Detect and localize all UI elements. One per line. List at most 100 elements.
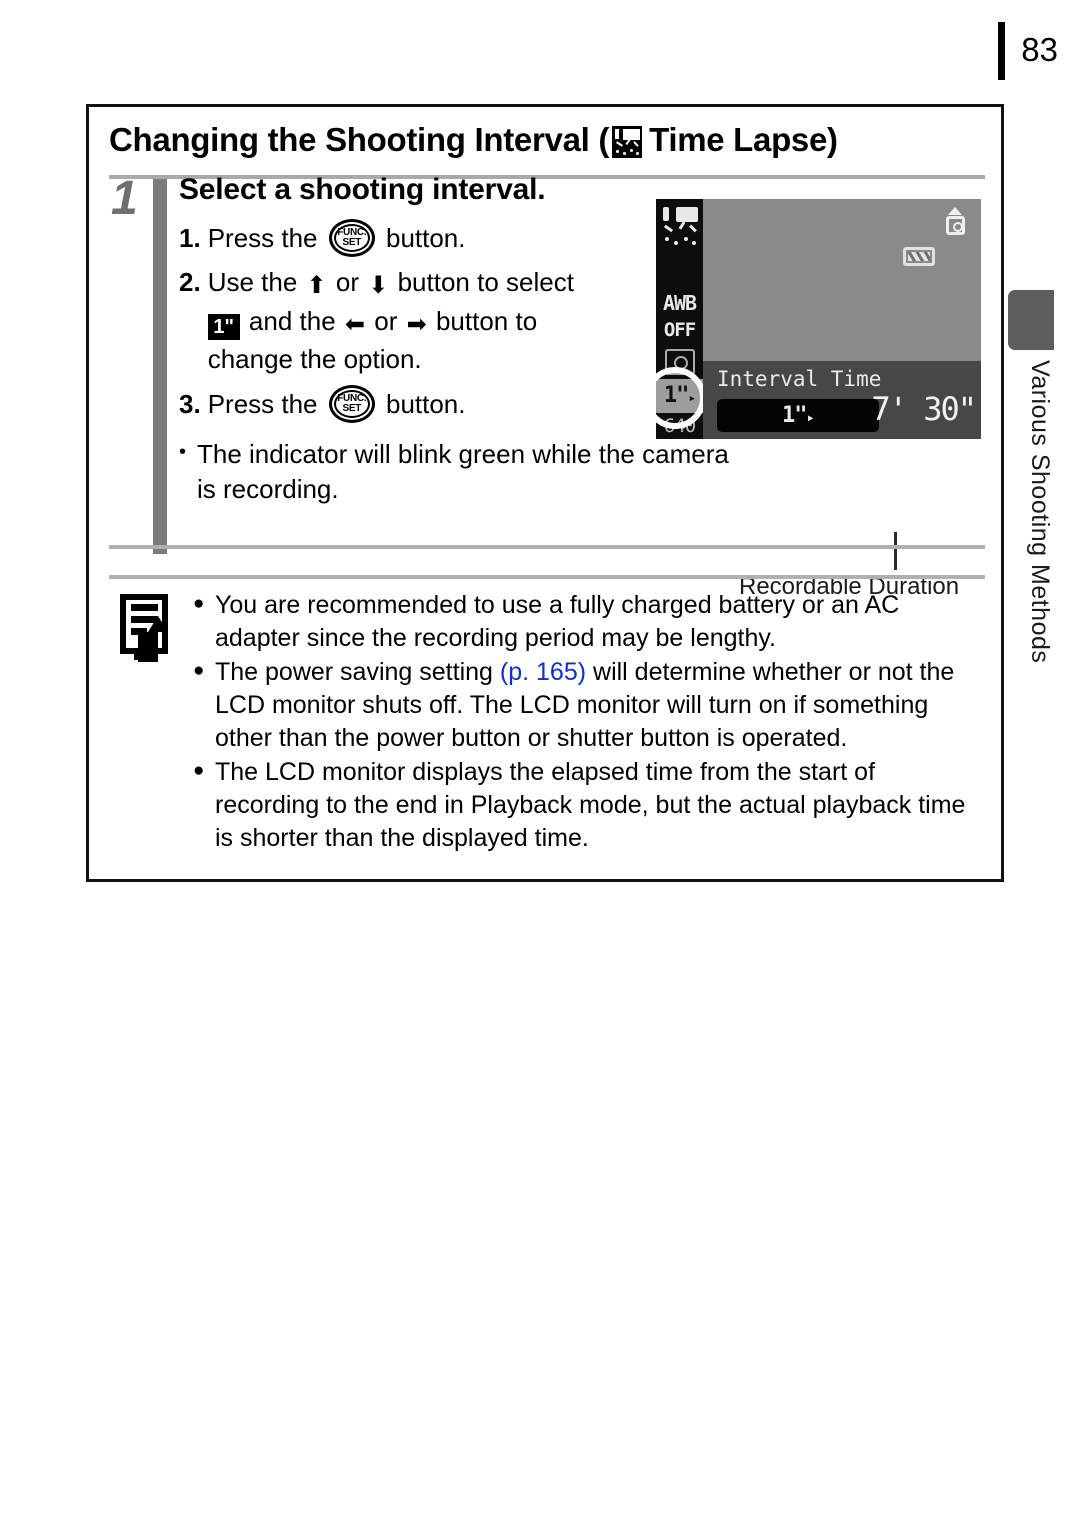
substep-2: 2. Use the ⬆ or ⬇ button to select 1" an… [179,263,739,378]
substep-1-marker: 1. [179,223,201,253]
note-item-text: The power saving setting (p. 165) will d… [215,656,983,755]
func-set-button-icon[interactable]: FUNC. SET [328,384,375,423]
page-header: 83 [998,22,1058,80]
lcd-info-bar: Interval Time 1"▸ 7' 30" [703,361,981,439]
substep-1-text-after: button. [385,223,466,253]
substep-2-part-1: Use the [207,267,298,298]
page-number: 83 [1021,30,1058,68]
note-bullet-dot: ● [193,760,205,781]
battery-icon-fill [908,252,930,261]
substep-2-or-2: or [374,305,398,336]
step-bullet-text: The indicator will blink green while the… [197,439,729,505]
step-bullet: • The indicator will blink green while t… [179,437,739,507]
note-item-text-part-1: The power saving setting [215,658,500,686]
lcd-interval-value: 1" [663,383,689,408]
substep-3: 3. Press the FUNC. SET button. [179,384,739,423]
note-item: ● The power saving setting (p. 165) will… [193,656,983,755]
battery-icon [903,247,935,266]
camera-shake-icon [944,207,967,237]
lcd-info-value-box[interactable]: 1"▸ [717,399,879,432]
lcd-sidebar: AWB OFF 1"▸ 640 [656,199,703,439]
time-lapse-icon [612,126,643,158]
time-lapse-icon-dash [616,141,624,147]
substep-2-part-2: button to select [397,267,574,298]
lcd-time-lapse-glyph [660,205,700,257]
note-item-text: You are recommended to use a fully charg… [215,591,900,652]
camera-shake-icon-body [946,216,965,235]
content-box: Changing the Shooting Interval ( Time La… [86,104,1004,882]
section-title: Changing the Shooting Interval ( Time La… [109,121,838,159]
lcd-recordable-duration: 7' 30" [871,390,977,428]
side-tab-block [1008,290,1054,350]
lcd-resolution-label: 640 [663,415,696,437]
lcd-info-value: 1" [782,403,807,428]
arrow-right-icon: ➡ [406,310,427,338]
substep-2-part-4: button to [435,305,538,336]
step-bullet-dot: • [179,441,187,464]
camera-shake-icon-cap [948,207,962,215]
separator-rule-bottom [109,575,985,579]
note-memo-icon [120,594,180,662]
lcd-interval-selected-item[interactable]: 1"▸ [656,379,703,413]
substep-3-text-after: button. [385,388,466,419]
separator-rule-top [109,545,985,549]
lcd-screen: AWB OFF 1"▸ 640 Interval Time 1"▸ 7' 30" [656,199,981,439]
section-title-text-after: Time Lapse) [649,121,838,158]
substep-2-part-5: change the option. [207,344,422,375]
lcd-time-lapse-dot [683,237,688,241]
note-item: ● The LCD monitor displays the elapsed t… [193,756,983,855]
lcd-screenshot: AWB OFF 1"▸ 640 Interval Time 1"▸ 7' 30" [656,199,981,439]
note-item: ● You are recommended to use a fully cha… [193,589,983,655]
page-reference-link[interactable]: (p. 165) [500,658,586,686]
func-set-line-2: SET [342,237,362,248]
notes-list: ● You are recommended to use a fully cha… [193,589,983,856]
substep-2-marker: 2. [179,267,201,298]
caption-leader-line [894,532,897,570]
time-lapse-icon-frame [623,129,641,140]
step-heading: Select a shooting interval. [179,173,546,206]
interval-second-badge: 1" [207,313,240,340]
arrow-left-icon: ⬅ [344,310,366,338]
step-number: 1 [111,172,138,225]
page-header-rule [998,22,1006,80]
time-lapse-icon-dot [630,149,634,152]
func-set-line-2: SET [342,402,362,414]
lcd-info-caret-icon: ▸ [806,410,816,426]
substep-2-or-1: or [335,267,359,298]
side-thumb-tab: Various Shooting Methods [1008,290,1054,710]
note-bullet-dot: ● [193,593,205,614]
lcd-drive-mode-glyph [664,349,695,375]
lcd-time-lapse-dot [664,237,669,241]
time-lapse-icon-dash [633,141,639,147]
note-bullet-dot: ● [193,660,205,681]
substep-3-marker: 3. [179,388,201,419]
step-vertical-bar [153,179,167,554]
lcd-white-balance-label: AWB [662,291,697,315]
step-body: Select a shooting interval. 1. Press the… [179,173,739,508]
substep-2-part-3: and the [248,305,336,336]
note-memo-icon-pencil-tip [148,616,168,632]
lcd-time-lapse-dash [663,224,673,233]
arrow-down-icon: ⬇ [368,272,389,300]
time-lapse-icon-bar [615,129,620,139]
func-set-button-inner: FUNC. SET [333,389,370,418]
note-item-text: The LCD monitor displays the elapsed tim… [215,758,966,852]
time-lapse-icon-dot [616,150,620,153]
side-tab-label: Various Shooting Methods [1026,360,1054,664]
note-memo-icon-pencil-body [138,632,158,662]
note-memo-icon-line [131,604,158,611]
func-set-button-icon[interactable]: FUNC. SET [328,219,375,257]
lcd-time-lapse-frame [675,207,698,222]
section-title-text-before: Changing the Shooting Interval ( [109,121,610,158]
lcd-time-lapse-dash [688,224,697,233]
time-lapse-icon-dot [636,152,640,155]
lcd-time-lapse-dot [691,241,696,245]
lcd-time-lapse-dash [678,221,685,230]
lcd-info-label: Interval Time [717,367,882,391]
substep-1: 1. Press the FUNC. SET button. [179,219,739,257]
lcd-flash-off-label: OFF [663,319,696,341]
substep-3-text-before: Press the [207,388,318,419]
func-set-button-inner: FUNC. SET [333,224,370,252]
lcd-interval-caret-icon: ▸ [688,391,696,406]
lcd-time-lapse-dot [673,241,678,245]
